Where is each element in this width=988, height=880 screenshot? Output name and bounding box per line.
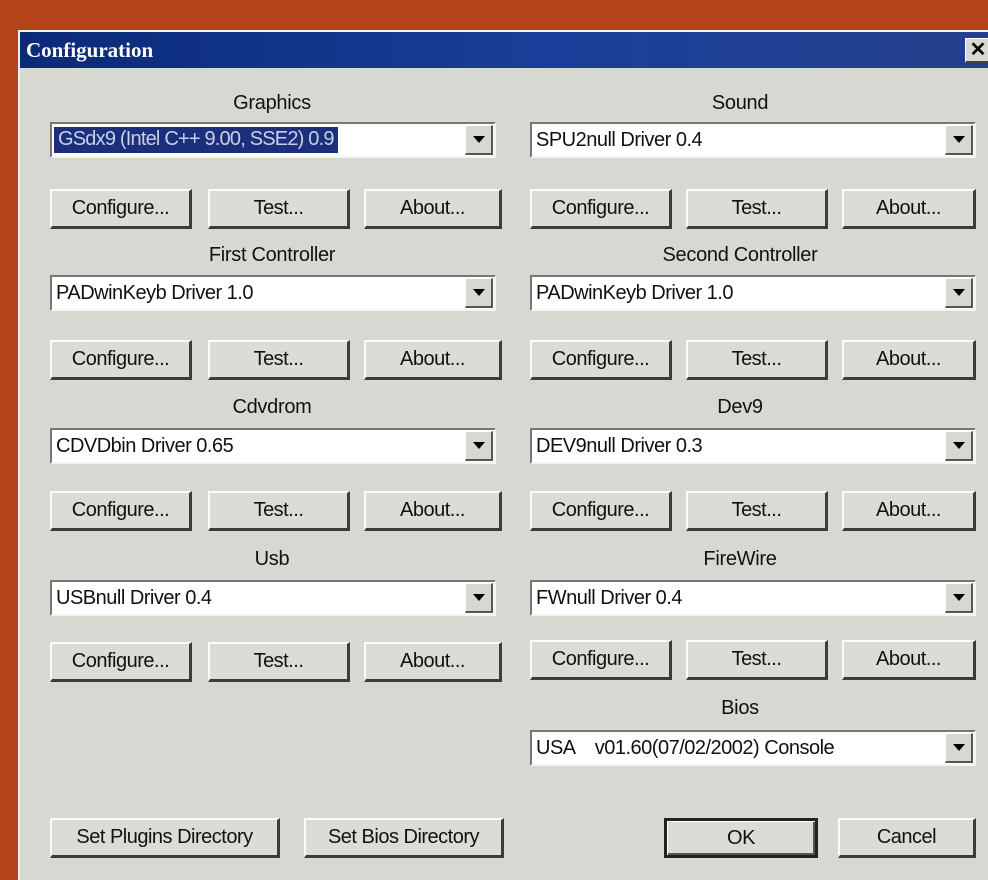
graphics-select[interactable]: GSdx9 (Intel C++ 9.00, SSE2) 0.9: [50, 122, 496, 158]
first-controller-test-button[interactable]: Test...: [208, 340, 350, 380]
graphics-label: Graphics: [233, 92, 311, 114]
chevron-down-icon: [953, 744, 965, 751]
firewire-select[interactable]: FWnull Driver 0.4: [530, 580, 976, 616]
usb-test-button[interactable]: Test...: [208, 642, 350, 682]
set-bios-directory-button[interactable]: Set Bios Directory: [304, 818, 504, 858]
graphics-test-button[interactable]: Test...: [208, 189, 350, 229]
firewire-dropdown-button[interactable]: [945, 583, 973, 613]
dev9-about-button[interactable]: About...: [842, 491, 976, 531]
close-icon: ✕: [969, 39, 987, 61]
first-controller-select[interactable]: PADwinKeyb Driver 1.0: [50, 275, 496, 311]
sound-dropdown-button[interactable]: [945, 125, 973, 155]
dev9-configure-button[interactable]: Configure...: [530, 491, 672, 531]
window-title: Configuration: [26, 38, 154, 62]
cdvdrom-about-button[interactable]: About...: [364, 491, 502, 531]
first-controller-label: First Controller: [208, 244, 336, 266]
second-controller-select-value: PADwinKeyb Driver 1.0: [536, 282, 733, 304]
set-plugins-directory-button[interactable]: Set Plugins Directory: [50, 818, 280, 858]
chevron-down-icon: [473, 442, 485, 449]
chevron-down-icon: [473, 594, 485, 601]
cdvdrom-configure-button[interactable]: Configure...: [50, 491, 192, 531]
usb-configure-button[interactable]: Configure...: [50, 642, 192, 682]
usb-about-button[interactable]: About...: [364, 642, 502, 682]
sound-select[interactable]: SPU2null Driver 0.4: [530, 122, 976, 158]
usb-select[interactable]: USBnull Driver 0.4: [50, 580, 496, 616]
first-controller-about-button[interactable]: About...: [364, 340, 502, 380]
bios-dropdown-button[interactable]: [945, 733, 973, 763]
first-controller-dropdown-button[interactable]: [465, 278, 493, 308]
chevron-down-icon: [473, 289, 485, 296]
second-controller-dropdown-button[interactable]: [945, 278, 973, 308]
cdvdrom-select-value: CDVDbin Driver 0.65: [56, 435, 234, 457]
firewire-select-value: FWnull Driver 0.4: [536, 587, 682, 609]
cdvdrom-label: Cdvdrom: [232, 396, 312, 418]
chevron-down-icon: [473, 136, 485, 143]
cdvdrom-dropdown-button[interactable]: [465, 431, 493, 461]
dev9-label: Dev9: [717, 396, 763, 418]
bios-select[interactable]: USA v01.60(07/02/2002) Console: [530, 730, 976, 766]
dev9-select[interactable]: DEV9null Driver 0.3: [530, 428, 976, 464]
first-controller-select-value: PADwinKeyb Driver 1.0: [56, 282, 253, 304]
dev9-select-value: DEV9null Driver 0.3: [536, 435, 703, 457]
configuration-dialog: Configuration ✕ Graphics GSdx9 (Intel C+…: [18, 30, 988, 880]
cancel-button[interactable]: Cancel: [838, 818, 976, 858]
usb-dropdown-button[interactable]: [465, 583, 493, 613]
chevron-down-icon: [953, 594, 965, 601]
sound-about-button[interactable]: About...: [842, 189, 976, 229]
dev9-test-button[interactable]: Test...: [686, 491, 828, 531]
ok-button[interactable]: OK: [664, 818, 818, 858]
graphics-about-button[interactable]: About...: [364, 189, 502, 229]
graphics-configure-button[interactable]: Configure...: [50, 189, 192, 229]
sound-configure-button[interactable]: Configure...: [530, 189, 672, 229]
first-controller-configure-button[interactable]: Configure...: [50, 340, 192, 380]
cdvdrom-test-button[interactable]: Test...: [208, 491, 350, 531]
bios-label: Bios: [721, 697, 759, 719]
cdvdrom-select[interactable]: CDVDbin Driver 0.65: [50, 428, 496, 464]
second-controller-configure-button[interactable]: Configure...: [530, 340, 672, 380]
firewire-about-button[interactable]: About...: [842, 640, 976, 680]
firewire-configure-button[interactable]: Configure...: [530, 640, 672, 680]
sound-test-button[interactable]: Test...: [686, 189, 828, 229]
usb-select-value: USBnull Driver 0.4: [56, 587, 212, 609]
second-controller-test-button[interactable]: Test...: [686, 340, 828, 380]
firewire-label: FireWire: [703, 548, 777, 570]
firewire-test-button[interactable]: Test...: [686, 640, 828, 680]
chevron-down-icon: [953, 136, 965, 143]
sound-select-value: SPU2null Driver 0.4: [536, 129, 703, 151]
second-controller-select[interactable]: PADwinKeyb Driver 1.0: [530, 275, 976, 311]
bios-select-value: USA v01.60(07/02/2002) Console: [536, 737, 835, 759]
close-button[interactable]: ✕: [965, 38, 988, 63]
usb-label: Usb: [254, 548, 290, 570]
sound-label: Sound: [711, 92, 769, 114]
chevron-down-icon: [953, 289, 965, 296]
dev9-dropdown-button[interactable]: [945, 431, 973, 461]
chevron-down-icon: [953, 442, 965, 449]
title-bar[interactable]: Configuration ✕: [20, 32, 988, 68]
second-controller-label: Second Controller: [662, 244, 818, 266]
graphics-select-value: GSdx9 (Intel C++ 9.00, SSE2) 0.9: [54, 127, 338, 153]
graphics-dropdown-button[interactable]: [465, 125, 493, 155]
second-controller-about-button[interactable]: About...: [842, 340, 976, 380]
